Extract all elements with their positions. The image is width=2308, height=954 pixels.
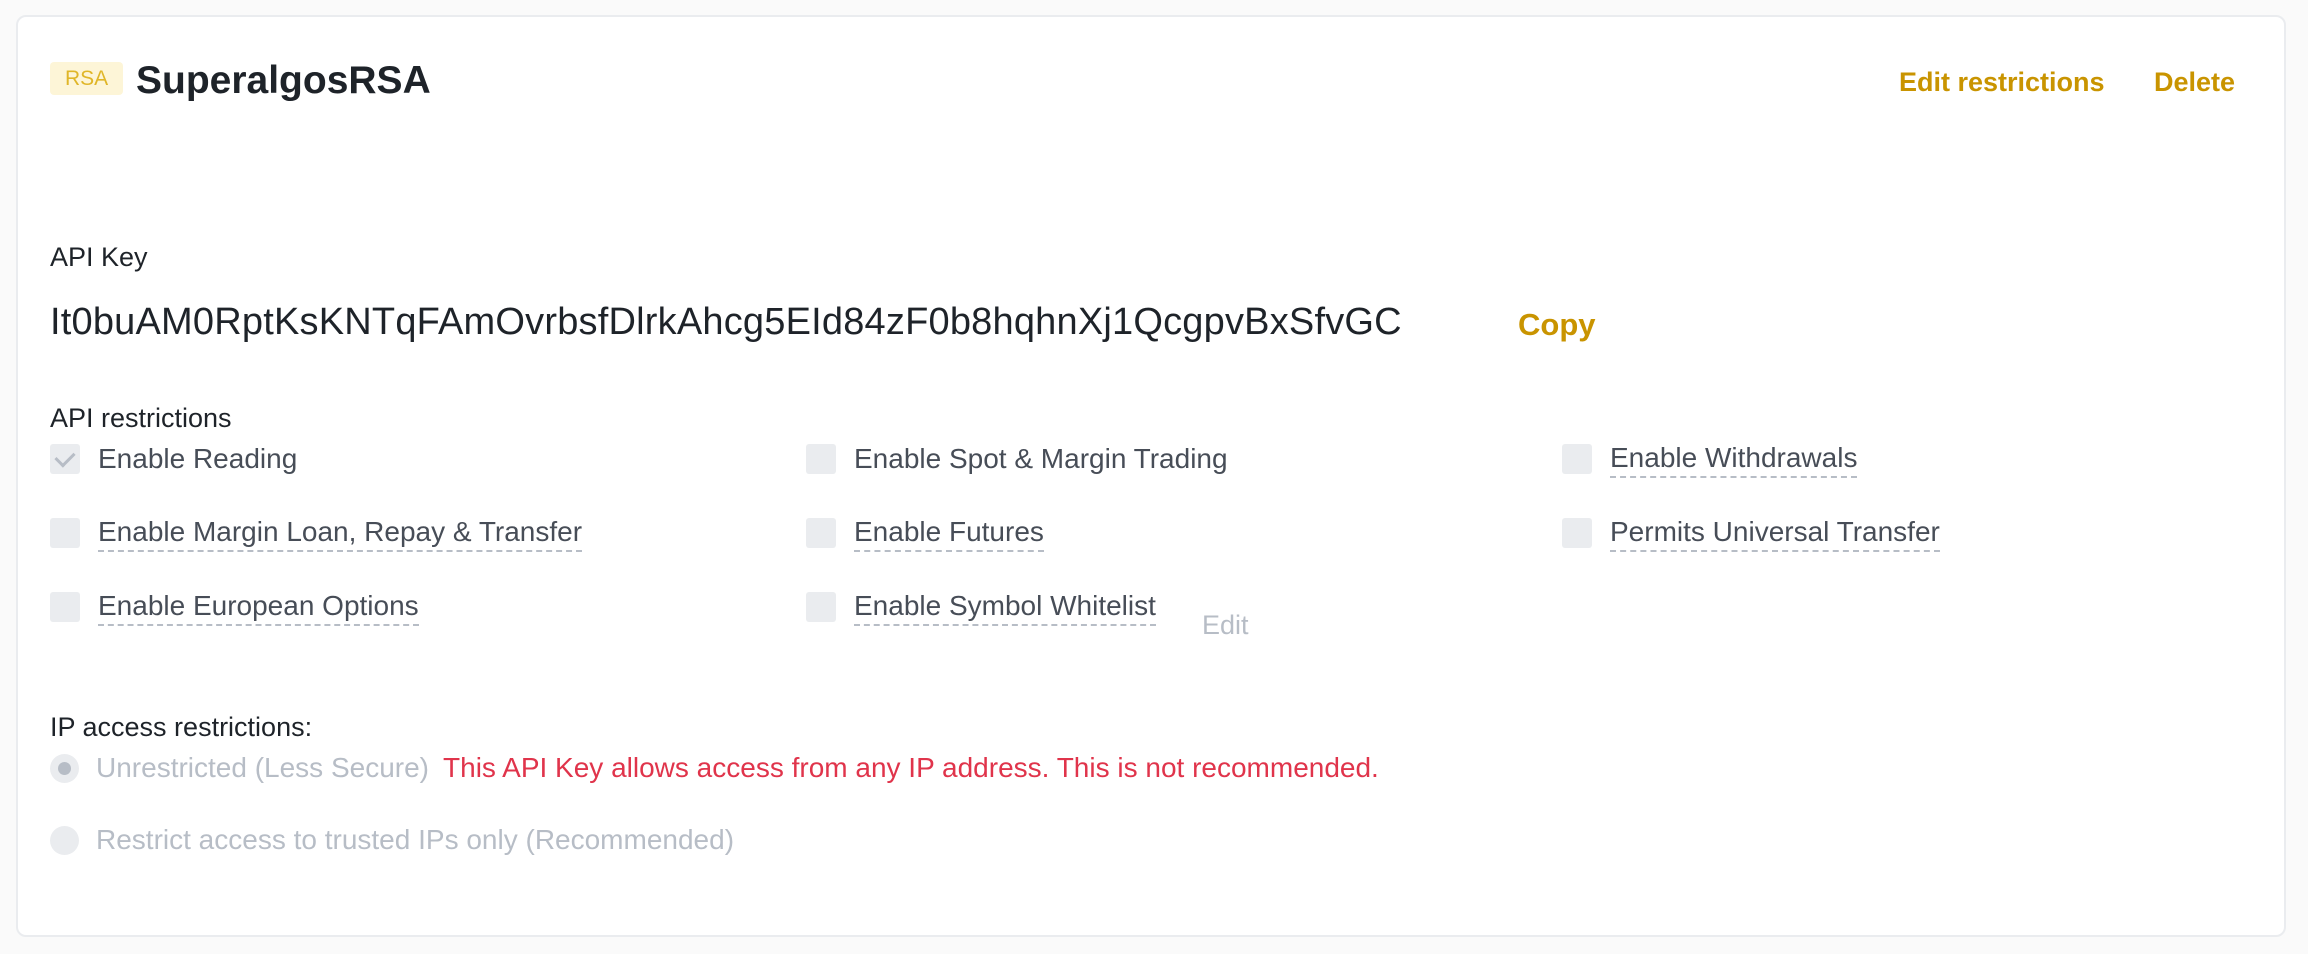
perm-label: Enable Futures (854, 514, 1044, 552)
copy-button[interactable]: Copy (1518, 305, 1596, 345)
api-key-value: It0buAM0RptKsKNTqFAmOvrbsfDlrkAhcg5EId84… (50, 301, 1402, 343)
perm-label: Enable European Options (98, 588, 419, 626)
ip-option-label: Restrict access to trusted IPs only (Rec… (96, 824, 735, 855)
perm-label: Enable Reading (98, 443, 298, 474)
perm-label: Enable Symbol Whitelist (854, 588, 1156, 626)
perm-enable-symbol-whitelist[interactable]: Enable Symbol Whitelist (806, 585, 1156, 629)
whitelist-edit-link[interactable]: Edit (1202, 605, 1249, 645)
checkbox[interactable] (1562, 518, 1592, 548)
perm-enable-european-options[interactable]: Enable European Options (50, 585, 419, 629)
radio[interactable] (50, 825, 79, 855)
perm-label: Permits Universal Transfer (1610, 514, 1940, 552)
checkbox[interactable] (806, 444, 836, 474)
perm-enable-margin-loan[interactable]: Enable Margin Loan, Repay & Transfer (50, 511, 583, 555)
radio-selected[interactable] (50, 753, 79, 783)
perm-label: Enable Spot & Margin Trading (854, 443, 1228, 474)
perm-enable-futures[interactable]: Enable Futures (806, 511, 1044, 555)
checkbox[interactable] (50, 592, 80, 622)
delete-button[interactable]: Delete (2154, 62, 2235, 102)
perm-universal-transfer[interactable]: Permits Universal Transfer (1562, 511, 1940, 555)
checkbox-checked[interactable] (50, 444, 80, 474)
ip-option-restricted[interactable]: Restrict access to trusted IPs only (Rec… (50, 818, 734, 862)
perm-enable-spot-margin-trading[interactable]: Enable Spot & Margin Trading (806, 437, 1228, 481)
ip-option-label: Unrestricted (Less Secure) (96, 752, 430, 783)
checkbox[interactable] (50, 518, 80, 548)
api-key-label: API Key (50, 242, 148, 272)
ip-access-label: IP access restrictions: (50, 712, 313, 742)
api-restrictions-label: API restrictions (50, 403, 232, 433)
api-key-name: SuperalgosRSA (136, 59, 431, 102)
edit-restrictions-button[interactable]: Edit restrictions (1899, 62, 2105, 102)
ip-option-unrestricted[interactable]: Unrestricted (Less Secure) This API Key … (50, 746, 1379, 790)
checkbox[interactable] (806, 592, 836, 622)
ip-warning-text: This API Key allows access from any IP a… (443, 752, 1379, 783)
api-key-card: RSA SuperalgosRSA Edit restrictions Dele… (16, 15, 2286, 937)
perm-label: Enable Margin Loan, Repay & Transfer (98, 514, 583, 552)
check-icon (54, 445, 76, 468)
key-type-badge: RSA (50, 62, 124, 95)
perm-label: Enable Withdrawals (1610, 440, 1858, 478)
radio-dot-icon (58, 761, 71, 775)
perm-enable-reading[interactable]: Enable Reading (50, 437, 297, 481)
perm-enable-withdrawals[interactable]: Enable Withdrawals (1562, 437, 1858, 481)
checkbox[interactable] (806, 518, 836, 548)
checkbox[interactable] (1562, 444, 1592, 474)
